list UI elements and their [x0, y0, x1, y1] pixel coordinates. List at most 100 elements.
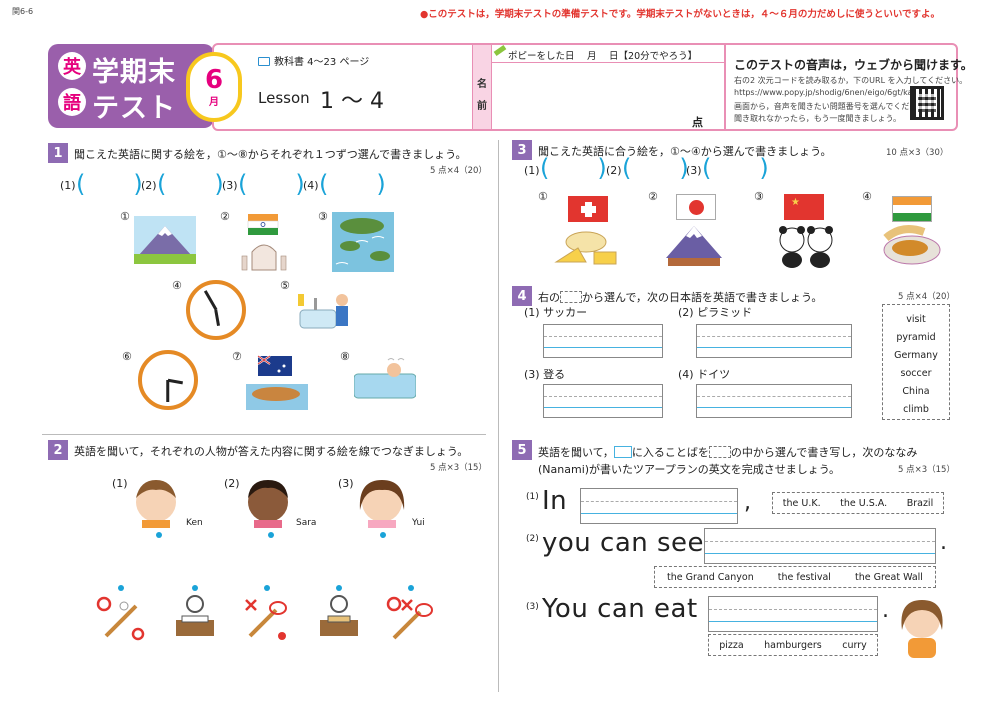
q5-choices-2: the Grand Canyon the festival the Great … — [654, 566, 936, 588]
q1-blank-label-1: (1) — [60, 179, 76, 192]
q5-write-line-1[interactable] — [580, 488, 738, 524]
q5-line-no-1: (1) — [526, 492, 539, 502]
q4-write-line-4[interactable] — [696, 384, 852, 418]
connect-dot[interactable] — [380, 532, 386, 538]
q1-answer-4[interactable]: ( ) — [319, 172, 386, 196]
qr-code-icon[interactable] — [910, 86, 944, 120]
q5-instruction-1: 英語を聞いて， に入ることばを の中から選んで書き写し，次のななみ — [538, 446, 918, 459]
q1-pic-label-8: ⑧ — [340, 350, 350, 363]
subject-char-1: 英 — [58, 52, 86, 80]
q4-item-3: (3) 登る — [524, 368, 566, 381]
audio-line-3: 聞き取れなかったら，もう一度聞きましょう。 — [734, 114, 902, 123]
q5-choices-3: pizza hamburgers curry — [708, 634, 878, 656]
choice-item: pizza — [719, 639, 744, 651]
australia-scene-icon — [246, 355, 308, 410]
q1-answer-2[interactable]: ( ) — [157, 172, 224, 196]
girl-sara-icon — [248, 480, 288, 528]
q3-answer-3[interactable]: ( ) — [702, 156, 769, 180]
bath-icon — [354, 358, 416, 399]
q1-pic-label-4: ④ — [172, 279, 182, 292]
q2-person-no-3: (3) — [338, 477, 354, 490]
connect-dot[interactable] — [264, 585, 270, 591]
q1-pic-label-7: ⑦ — [232, 350, 242, 363]
q2-person-name-1: Ken — [186, 518, 203, 528]
japan-fuji-icon — [666, 226, 722, 266]
month-badge: 6 月 — [186, 52, 242, 122]
q3-points: 10 点×3（30） — [886, 148, 949, 158]
q3-pic-label-1: ① — [538, 190, 548, 203]
connect-dot[interactable] — [118, 585, 124, 591]
lesson-range: 1 〜 4 — [320, 89, 384, 114]
q4-item-2: (2) ピラミッド — [678, 306, 753, 319]
audio-title: このテストの音声は，ウェブから聞けます。 — [734, 58, 973, 72]
q1-pic-label-5: ⑤ — [280, 279, 290, 292]
q4-item-1: (1) サッカー — [524, 306, 588, 319]
audio-line-2: 画面から，音声を聞きたい問題番号を選んでください。 — [734, 102, 934, 111]
column-divider — [498, 140, 499, 692]
q2-person-no-2: (2) — [224, 477, 240, 490]
book-icon — [258, 57, 270, 66]
q5-choices-1: the U.K. the U.S.A. Brazil — [772, 492, 944, 514]
connect-dot[interactable] — [408, 585, 414, 591]
q5-number: 5 — [512, 440, 532, 460]
q1-blank-label-4: (4) — [303, 179, 319, 192]
q3-pic-label-4: ④ — [862, 190, 872, 203]
textbook-text: 教科書 4〜23 ページ — [274, 57, 370, 68]
q3-answer-2[interactable]: ( ) — [622, 156, 689, 180]
title-line-1: 学期末 — [92, 57, 176, 88]
audio-line-1: 右の2 次元コードを読み取るか，下のURL を入力してください。 — [734, 76, 968, 85]
connect-dot[interactable] — [192, 585, 198, 591]
girl-nanami-icon — [901, 600, 943, 658]
textbook-pages: 教科書 4〜23 ページ — [258, 53, 369, 68]
q1-pic-label-1: ① — [120, 210, 130, 223]
q1-answer-3[interactable]: ( ) — [238, 172, 305, 196]
choice-item: Brazil — [906, 497, 934, 509]
q2-points: 5 点×3（15） — [430, 463, 487, 473]
brushing-teeth-icon — [298, 294, 348, 329]
q5-end-3: . — [882, 598, 890, 623]
q1-answer-1[interactable]: ( ) — [76, 172, 143, 196]
choice-item: the Grand Canyon — [667, 571, 754, 583]
q5-sentence-3: You can eat — [542, 594, 698, 624]
page-code: 関6-6 — [12, 7, 34, 16]
study-desk-icon — [176, 595, 214, 636]
swiss-flag-icon — [568, 196, 608, 222]
q5-write-line-2[interactable] — [704, 528, 936, 564]
choice-item: curry — [842, 639, 867, 651]
curry-icon — [883, 225, 941, 265]
q5-points: 5 点×3（15） — [898, 465, 955, 475]
q4-write-line-2[interactable] — [696, 324, 852, 358]
q1-instruction: 聞こえた英語に関する絵を，①〜⑧からそれぞれ１つずつ選んで書きましょう。 — [74, 148, 467, 161]
taj-mahal-icon — [241, 214, 287, 271]
word-bank-item: soccer — [900, 368, 932, 379]
connect-dot[interactable] — [268, 532, 274, 538]
q3-pic-label-2: ② — [648, 190, 658, 203]
dashed-box — [708, 446, 731, 458]
q5-line-no-2: (2) — [526, 534, 539, 544]
lunch-desk-icon — [320, 595, 358, 636]
choice-item: the U.K. — [782, 497, 821, 509]
boy-ken-icon — [136, 480, 176, 528]
q4-write-line-1[interactable] — [543, 324, 663, 358]
q1-blank-label-3: (3) — [222, 179, 238, 192]
q2-person-name-2: Sara — [296, 518, 317, 528]
q3-answer-1[interactable]: ( ) — [540, 156, 607, 180]
q4-write-line-3[interactable] — [543, 384, 663, 418]
word-bank-item: climb — [903, 404, 929, 415]
connect-dot[interactable] — [156, 532, 162, 538]
q3-blank-label-3: (3) — [686, 164, 702, 177]
q3-pic-label-3: ③ — [754, 190, 764, 203]
girl-yui-icon — [359, 480, 405, 528]
q1-pic-label-2: ② — [220, 210, 230, 223]
panda-icon — [779, 226, 833, 268]
q5-sentence-1: In — [542, 486, 568, 516]
q5-end-1: , — [744, 490, 752, 515]
q5-end-2: . — [940, 530, 948, 555]
word-bank-item: China — [902, 386, 930, 397]
word-bank-item: visit — [906, 314, 926, 325]
connect-dot[interactable] — [336, 585, 342, 591]
q2-number: 2 — [48, 440, 68, 460]
answer-box-sample — [613, 446, 632, 458]
mountain-fuji-icon — [134, 216, 196, 264]
q5-write-line-3[interactable] — [708, 596, 878, 632]
